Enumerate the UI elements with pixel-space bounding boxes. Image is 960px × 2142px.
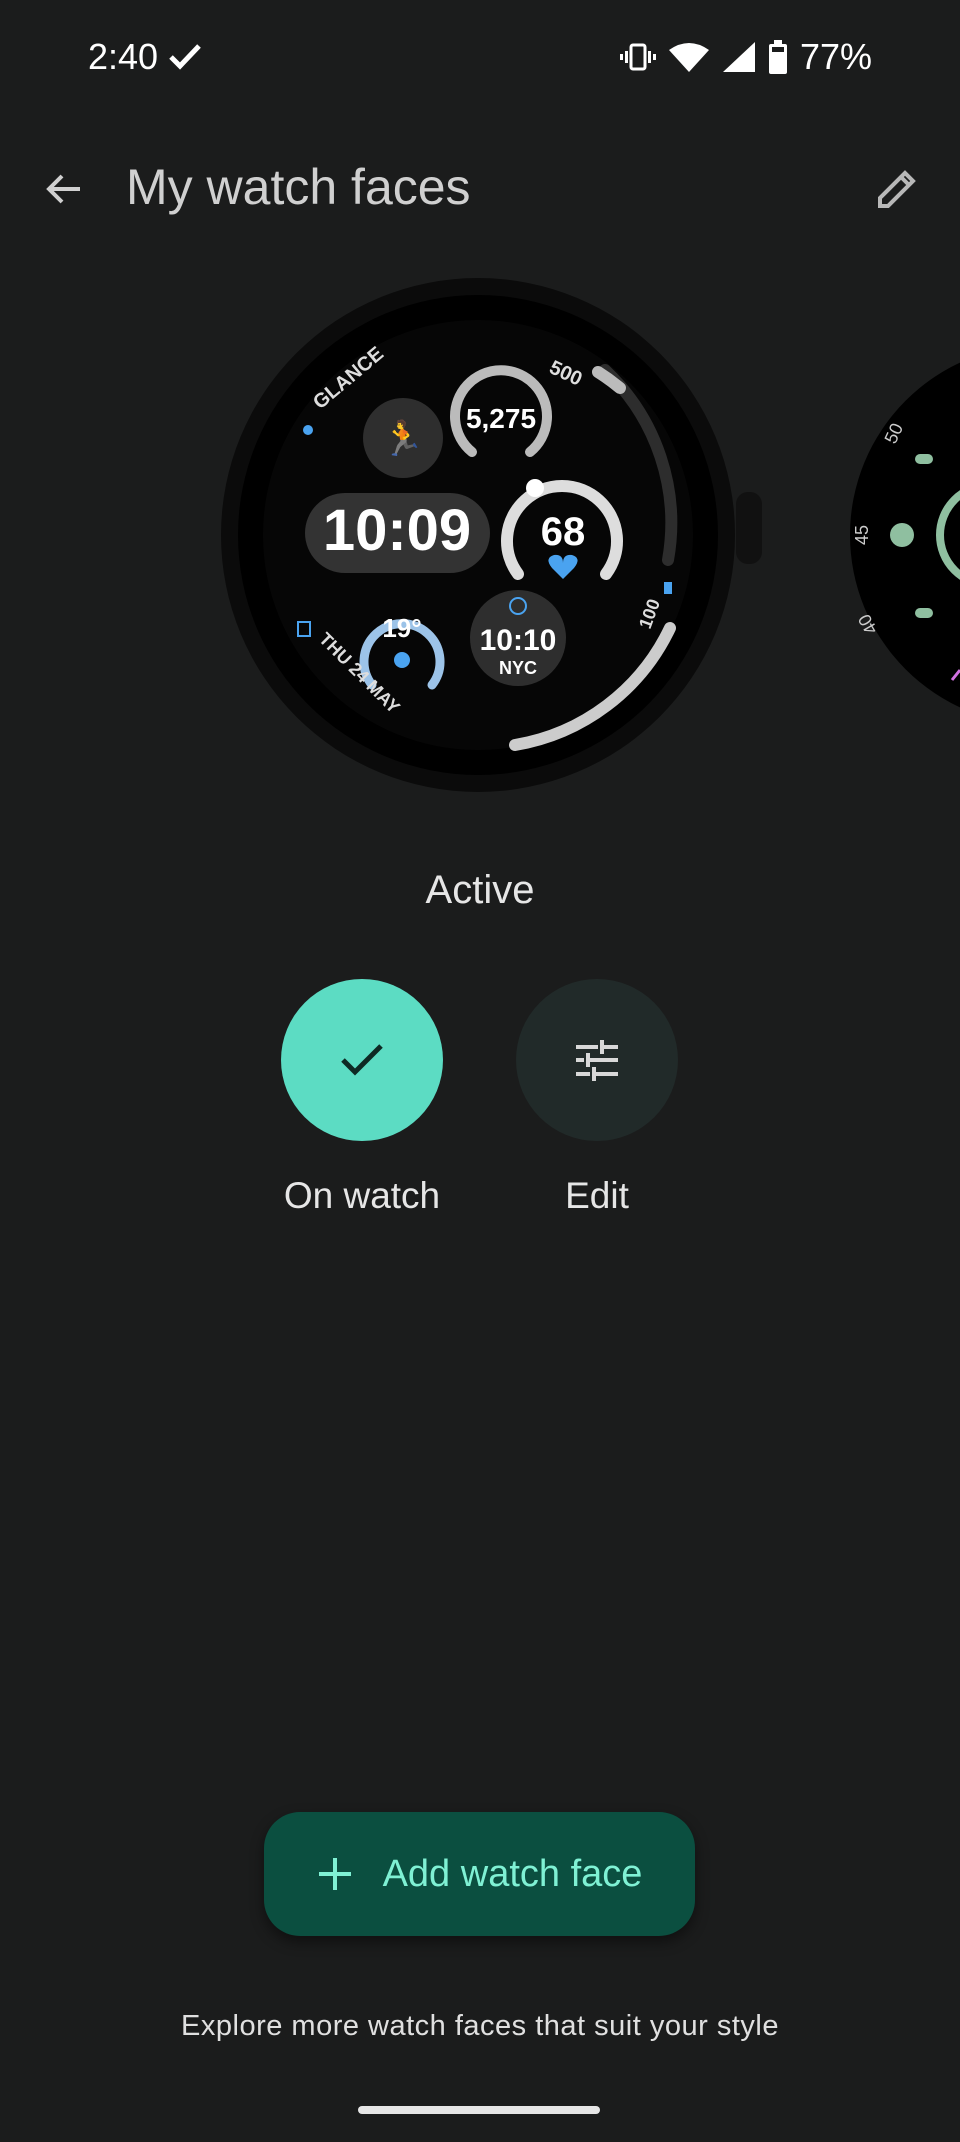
status-icons: 77% [619, 36, 872, 78]
edit-button[interactable] [516, 979, 678, 1141]
edit-label: Edit [565, 1175, 629, 1216]
back-arrow-icon[interactable] [40, 165, 88, 213]
page-title: My watch faces [126, 159, 471, 215]
watch-time: 10:09 [323, 498, 471, 563]
battery-icon [768, 40, 787, 74]
tune-icon [576, 1040, 618, 1081]
plus-icon [318, 1858, 351, 1890]
watch-heart-rate: 68 [541, 510, 586, 554]
on-watch-label: On watch [283, 1175, 441, 1216]
wifi-icon [668, 43, 709, 72]
watch-world-time: 10:10 [480, 624, 557, 657]
add-watch-face-label: Add watch face [382, 1852, 643, 1895]
running-icon: 🏃 [382, 419, 424, 458]
watch-world-city: NYC [499, 658, 537, 678]
home-indicator[interactable] [358, 2106, 600, 2114]
on-watch-button[interactable] [281, 979, 443, 1141]
check-icon [169, 44, 201, 70]
status-time: 2:40 [88, 36, 202, 78]
check-icon [341, 1044, 383, 1076]
watch-face-preview[interactable]: 500 GLANCE 🏃 5,275 10:09 68 19° 10:10 NY… [200, 260, 780, 800]
tick-label-45: 45 [852, 525, 872, 545]
signal-icon [722, 42, 755, 72]
pencil-icon[interactable] [872, 164, 922, 214]
watch-steps: 5,275 [466, 403, 536, 434]
active-status-label: Active [425, 868, 535, 912]
watch-weather: 19° [382, 613, 421, 643]
explore-text: Explore more watch faces that suit your … [181, 2010, 779, 2042]
add-watch-face-button[interactable]: Add watch face [264, 1812, 695, 1936]
next-watch-face-preview[interactable]: 50 45 40 [840, 330, 960, 730]
vibrate-icon [619, 43, 656, 71]
